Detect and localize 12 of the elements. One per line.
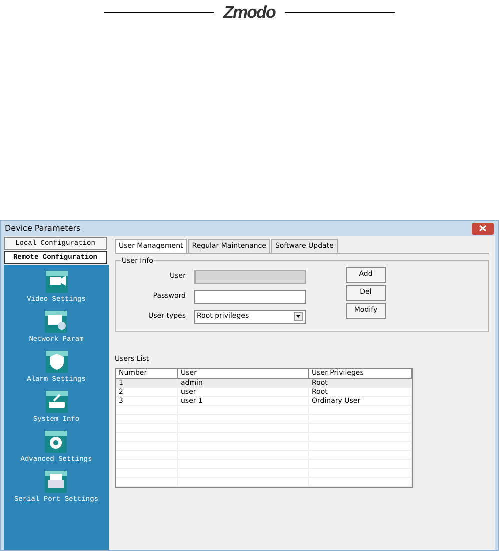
logo: Zmodo bbox=[224, 4, 276, 21]
input-field[interactable] bbox=[194, 290, 306, 304]
close-button[interactable] bbox=[472, 222, 494, 234]
close-icon bbox=[479, 225, 487, 232]
window-title: Device Parameters bbox=[5, 222, 81, 234]
caret-icon bbox=[294, 312, 303, 321]
monitor-icon bbox=[45, 311, 68, 333]
camera-icon bbox=[46, 271, 68, 293]
printer-icon bbox=[45, 471, 68, 493]
gear-icon bbox=[45, 431, 68, 453]
router-icon bbox=[46, 391, 68, 413]
shield-icon bbox=[46, 351, 68, 373]
